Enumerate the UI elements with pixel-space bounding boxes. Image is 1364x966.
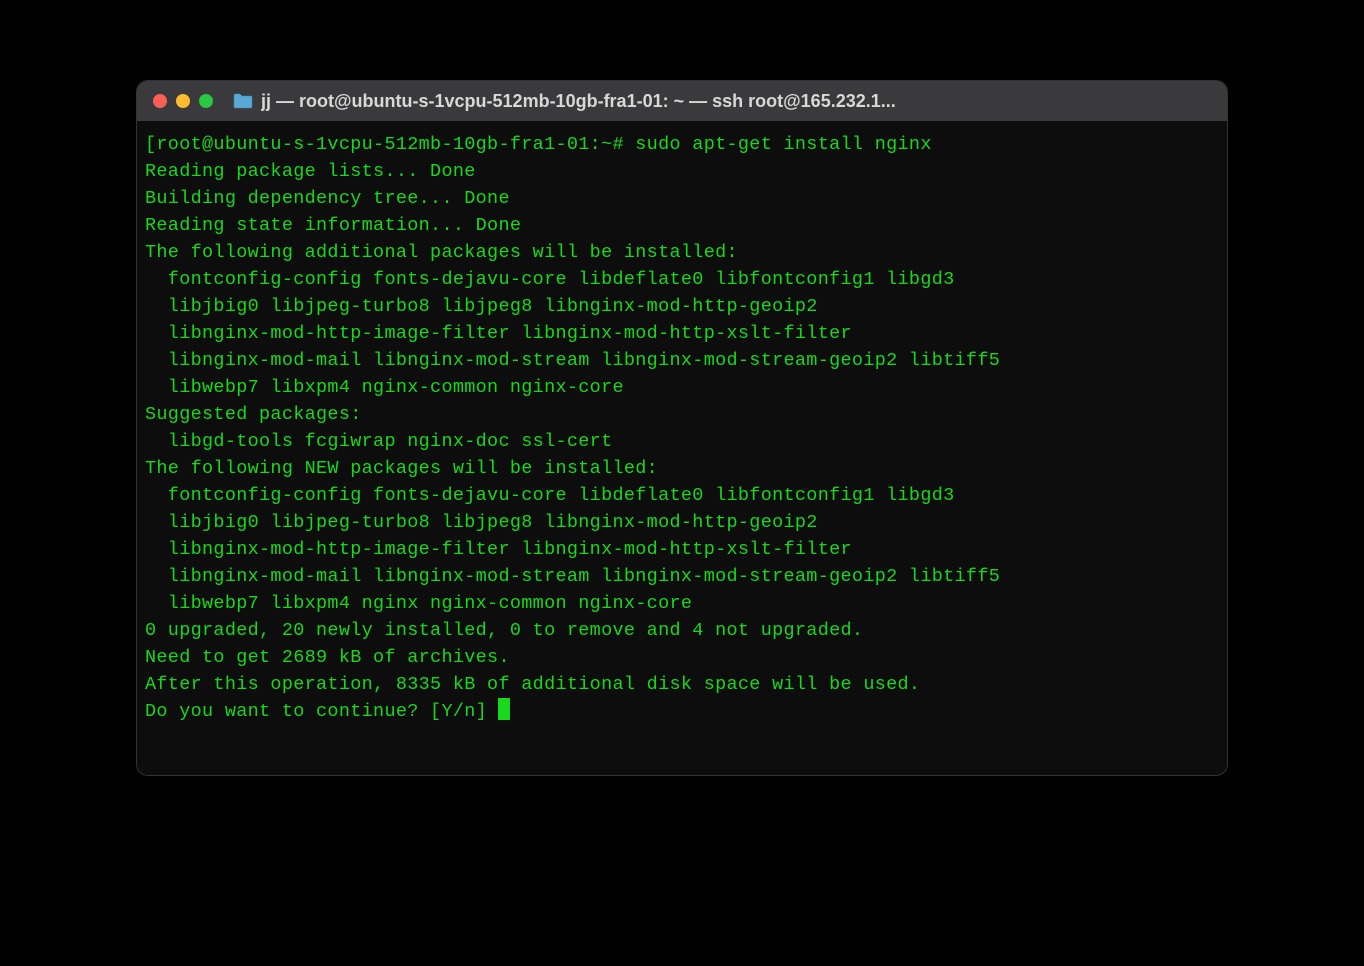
terminal-line: libnginx-mod-mail libnginx-mod-stream li… — [145, 563, 1219, 590]
terminal-line: The following additional packages will b… — [145, 239, 1219, 266]
terminal-line: Reading package lists... Done — [145, 158, 1219, 185]
terminal-body[interactable]: [root@ubuntu-s-1vcpu-512mb-10gb-fra1-01:… — [137, 121, 1227, 775]
terminal-line: 0 upgraded, 20 newly installed, 0 to rem… — [145, 617, 1219, 644]
terminal-line: [root@ubuntu-s-1vcpu-512mb-10gb-fra1-01:… — [145, 131, 1219, 158]
terminal-line: Building dependency tree... Done — [145, 185, 1219, 212]
terminal-line: libnginx-mod-http-image-filter libnginx-… — [145, 536, 1219, 563]
terminal-line: fontconfig-config fonts-dejavu-core libd… — [145, 266, 1219, 293]
terminal-line: libgd-tools fcgiwrap nginx-doc ssl-cert — [145, 428, 1219, 455]
terminal-line: fontconfig-config fonts-dejavu-core libd… — [145, 482, 1219, 509]
folder-icon — [233, 93, 253, 109]
terminal-line: libnginx-mod-http-image-filter libnginx-… — [145, 320, 1219, 347]
maximize-button[interactable] — [199, 94, 213, 108]
terminal-line: libwebp7 libxpm4 nginx nginx-common ngin… — [145, 590, 1219, 617]
terminal-prompt-line[interactable]: Do you want to continue? [Y/n] — [145, 698, 1219, 725]
title-content: jj — root@ubuntu-s-1vcpu-512mb-10gb-fra1… — [233, 91, 1211, 112]
cursor — [498, 698, 510, 720]
terminal-line: libjbig0 libjpeg-turbo8 libjpeg8 libngin… — [145, 293, 1219, 320]
window-title: jj — root@ubuntu-s-1vcpu-512mb-10gb-fra1… — [261, 91, 896, 112]
minimize-button[interactable] — [176, 94, 190, 108]
traffic-lights — [153, 94, 213, 108]
terminal-line: Suggested packages: — [145, 401, 1219, 428]
terminal-window: jj — root@ubuntu-s-1vcpu-512mb-10gb-fra1… — [136, 80, 1228, 776]
terminal-line: The following NEW packages will be insta… — [145, 455, 1219, 482]
terminal-line: libwebp7 libxpm4 nginx-common nginx-core — [145, 374, 1219, 401]
terminal-line: Reading state information... Done — [145, 212, 1219, 239]
terminal-line: Need to get 2689 kB of archives. — [145, 644, 1219, 671]
terminal-line: After this operation, 8335 kB of additio… — [145, 671, 1219, 698]
title-bar[interactable]: jj — root@ubuntu-s-1vcpu-512mb-10gb-fra1… — [137, 81, 1227, 121]
close-button[interactable] — [153, 94, 167, 108]
terminal-line: libnginx-mod-mail libnginx-mod-stream li… — [145, 347, 1219, 374]
prompt-text: Do you want to continue? [Y/n] — [145, 701, 498, 722]
terminal-line: libjbig0 libjpeg-turbo8 libjpeg8 libngin… — [145, 509, 1219, 536]
